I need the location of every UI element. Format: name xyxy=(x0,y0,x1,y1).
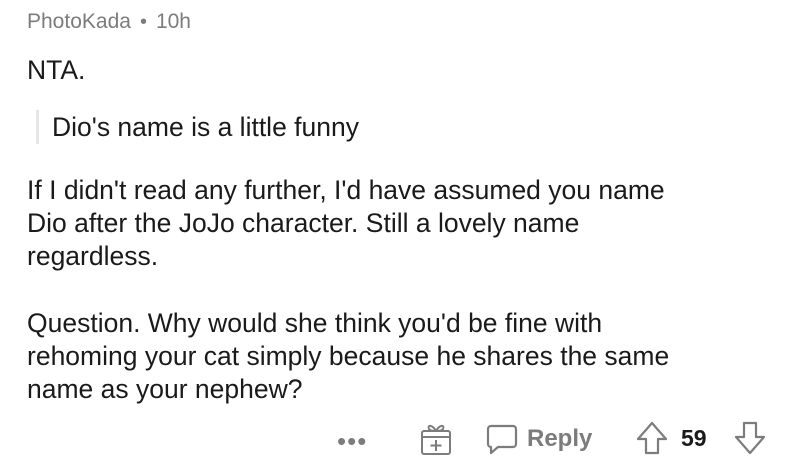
vote-score: 59 xyxy=(681,425,707,451)
comment: PhotoKada • 10h NTA. Dio's name is a lit… xyxy=(27,0,787,475)
text-line: Question. Why would she think you'd be f… xyxy=(27,308,603,338)
speech-bubble-icon xyxy=(486,424,518,455)
text-line: If I didn't read any further, I'd have a… xyxy=(27,175,665,205)
comment-paragraph-1: NTA. xyxy=(27,54,85,87)
comment-meta: PhotoKada • 10h xyxy=(27,10,191,34)
gift-icon[interactable] xyxy=(419,422,453,456)
more-options-button[interactable]: ••• xyxy=(337,426,367,457)
text-line: name as your nephew? xyxy=(27,374,303,404)
text-line: Dio after the JoJo character. Still a lo… xyxy=(27,208,580,238)
arrow-up-icon[interactable] xyxy=(635,420,669,456)
meta-separator: • xyxy=(139,10,147,33)
comment-paragraph-2: If I didn't read any further, I'd have a… xyxy=(27,174,665,273)
author-name[interactable]: PhotoKada xyxy=(27,10,131,34)
text-line: regardless. xyxy=(27,241,159,271)
block-quote: Dio's name is a little funny xyxy=(36,110,359,144)
comment-actions: ••• Reply 59 xyxy=(27,420,787,462)
text-line: rehoming your cat simply because he shar… xyxy=(27,341,670,371)
comment-age: 10h xyxy=(155,10,191,33)
reply-label: Reply xyxy=(527,425,593,452)
text-line: NTA. xyxy=(27,55,86,85)
comment-paragraph-3: Question. Why would she think you'd be f… xyxy=(27,307,669,406)
reply-button[interactable]: Reply xyxy=(485,420,592,458)
arrow-down-icon[interactable] xyxy=(733,420,767,456)
